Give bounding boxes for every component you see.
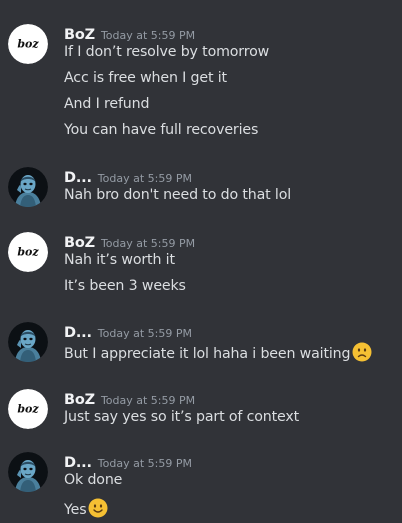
avatar-label: boz — [17, 38, 39, 51]
frowning-face-emoji[interactable] — [352, 342, 372, 362]
author-name[interactable]: D... — [64, 325, 92, 341]
avatar-d[interactable] — [8, 322, 48, 362]
message-line: Acc is free when I get it — [64, 70, 227, 86]
message-line: Ok done — [64, 472, 122, 488]
avatar-boz[interactable]: boz — [8, 389, 48, 429]
author-name[interactable]: BoZ — [64, 27, 95, 43]
message-text: Just say yes so it’s part of context — [64, 409, 300, 425]
avatar-d[interactable] — [8, 452, 48, 492]
avatar-d[interactable] — [8, 167, 48, 207]
message-text: Acc is free when I get it — [64, 70, 227, 86]
message-timestamp[interactable]: Today at 5:59 PM — [98, 172, 192, 185]
message-line: And I refund — [64, 96, 149, 112]
message-text: Nah bro don't need to do that lol — [64, 187, 292, 203]
message-timestamp[interactable]: Today at 5:59 PM — [101, 394, 195, 407]
message-text: If I don’t resolve by tomorrow — [64, 44, 270, 60]
chat-message-list: boz BoZ Today at 5:59 PM If I don’t resolve… — [0, 0, 402, 523]
message-line: You can have full recoveries — [64, 122, 258, 138]
message-text: It’s been 3 weeks — [64, 278, 186, 294]
message-line: Just say yes so it’s part of context — [64, 409, 299, 425]
avatar-boz[interactable]: boz — [8, 232, 48, 272]
message-line: Nah bro don't need to do that lol — [64, 187, 291, 203]
message-line: But I appreciate it lol haha i been wait… — [64, 342, 372, 362]
message-header: BoZ Today at 5:59 PM — [64, 24, 195, 44]
message-text: Yes — [64, 502, 87, 518]
message-header: BoZ Today at 5:59 PM — [64, 232, 195, 252]
message-header: BoZ Today at 5:59 PM — [64, 389, 195, 409]
slightly-smiling-face-emoji[interactable] — [88, 498, 108, 518]
author-name[interactable]: D... — [64, 455, 92, 471]
message-header: D... Today at 5:59 PM — [64, 452, 192, 472]
message-text: Nah it’s worth it — [64, 252, 175, 268]
author-name[interactable]: BoZ — [64, 392, 95, 408]
message-text: But I appreciate it lol haha i been wait… — [64, 346, 351, 362]
message-line: It’s been 3 weeks — [64, 278, 186, 294]
message-line: Yes — [64, 498, 108, 518]
message-line: Nah it’s worth it — [64, 252, 175, 268]
author-name[interactable]: BoZ — [64, 235, 95, 251]
avatar-label: boz — [17, 246, 39, 259]
message-timestamp[interactable]: Today at 5:59 PM — [101, 29, 195, 42]
message-header: D... Today at 5:59 PM — [64, 322, 192, 342]
message-timestamp[interactable]: Today at 5:59 PM — [101, 237, 195, 250]
message-text: And I refund — [64, 96, 150, 112]
message-line: If I don’t resolve by tomorrow — [64, 44, 269, 60]
avatar-boz[interactable]: boz — [8, 24, 48, 64]
message-text: Ok done — [64, 472, 123, 488]
message-header: D... Today at 5:59 PM — [64, 167, 192, 187]
message-timestamp[interactable]: Today at 5:59 PM — [98, 457, 192, 470]
message-timestamp[interactable]: Today at 5:59 PM — [98, 327, 192, 340]
message-text: You can have full recoveries — [64, 122, 259, 138]
avatar-label: boz — [17, 403, 39, 416]
author-name[interactable]: D... — [64, 170, 92, 186]
